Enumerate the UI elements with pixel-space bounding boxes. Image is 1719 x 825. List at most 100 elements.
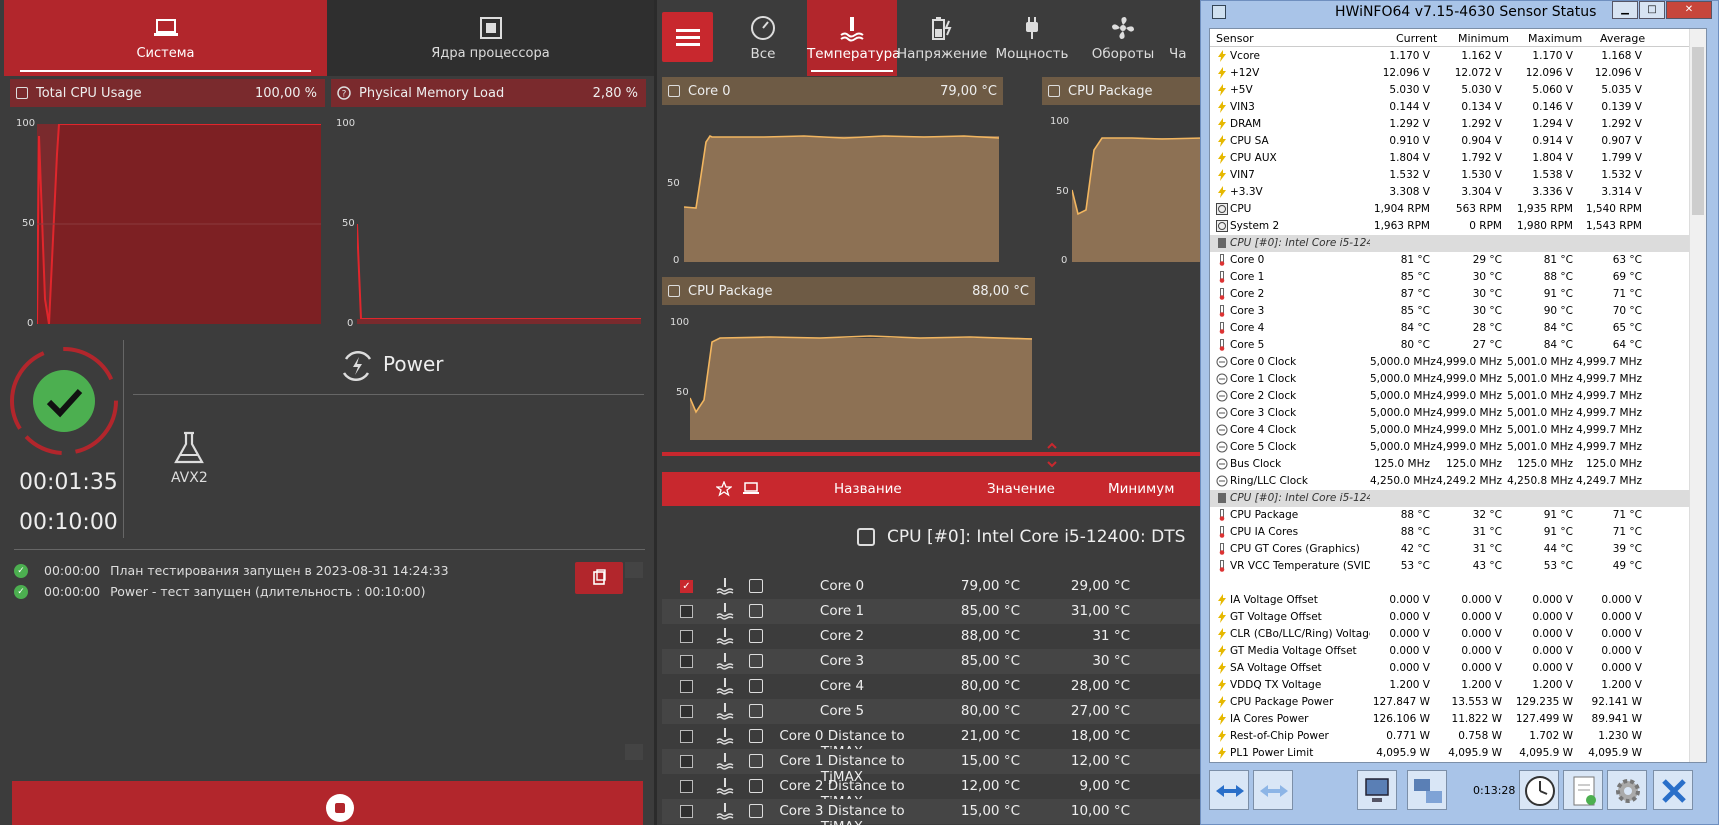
table-row[interactable]: System 2 1,963 RPM 0 RPM 1,980 RPM 1,543 RPM [1210, 218, 1690, 235]
hwinfo-title-bar[interactable]: HWiNFO64 v7.15-4630 Sensor Status ▁ □ ✕ [1201, 1, 1718, 23]
column-minimum[interactable]: Минимум [1108, 481, 1174, 497]
table-row[interactable]: SA Voltage Offset 0.000 V 0.000 V 0.000 V 0.… [1210, 660, 1690, 677]
col-sensor[interactable]: Sensor [1216, 32, 1254, 45]
column-name[interactable]: Название [834, 481, 902, 497]
table-row[interactable]: Core 2 88,00 °C 31 °C [662, 624, 1203, 649]
table-row[interactable]: Vcore 1.170 V 1.162 V 1.170 V 1.168 V [1210, 48, 1690, 65]
table-row[interactable]: VIN7 1.532 V 1.530 V 1.538 V 1.532 V [1210, 167, 1690, 184]
splitter-bar[interactable] [662, 452, 1203, 456]
laptop-icon[interactable] [742, 482, 760, 496]
table-row[interactable]: +3.3V 3.308 V 3.304 V 3.336 V 3.314 V [1210, 184, 1690, 201]
table-row[interactable]: VDDQ TX Voltage 1.200 V 1.200 V 1.200 V 1.20… [1210, 677, 1690, 694]
table-row[interactable]: Core 5 80,00 °C 27,00 °C [662, 699, 1203, 724]
table-row[interactable]: VIN3 0.144 V 0.134 V 0.146 V 0.139 V [1210, 99, 1690, 116]
table-row[interactable]: CLR (CBo/LLC/Ring) Voltage ... 0.000 V 0.0… [1210, 626, 1690, 643]
clock-icon[interactable] [1519, 770, 1559, 810]
table-row[interactable]: Core 2 Distance to TjMAX12,00 °C9,00 °C [662, 774, 1203, 810]
col-minimum[interactable]: Minimum [1458, 32, 1509, 45]
table-row[interactable]: Core 5 80 °C 27 °C 84 °C 64 °C [1210, 337, 1690, 354]
column-value[interactable]: Значение [987, 481, 1055, 497]
hwinfo-scrollbar[interactable] [1689, 29, 1706, 762]
table-row[interactable]: Core 5 Clock 5,000.0 MHz 4,999.0 MHz 5,001.… [1210, 439, 1690, 456]
stop-icon[interactable] [326, 794, 354, 822]
close-icon[interactable] [1653, 770, 1693, 810]
monitor-icon[interactable] [1357, 770, 1397, 810]
tab-voltage[interactable]: Напряжение [897, 0, 987, 76]
table-row[interactable]: CPU AUX 1.804 V 1.792 V 1.804 V 1.799 V [1210, 150, 1690, 167]
table-row[interactable]: Core 2 Clock 5,000.0 MHz 4,999.0 MHz 5,001.… [1210, 388, 1690, 405]
hamburger-menu-button[interactable] [662, 12, 713, 62]
collapse-arrows-icon[interactable] [1253, 770, 1293, 810]
table-row[interactable]: Core 3 85 °C 30 °C 90 °C 70 °C [1210, 303, 1690, 320]
table-row[interactable]: IA Cores Power 126.106 W 11.822 W 127.499 W… [1210, 711, 1690, 728]
table-row[interactable]: Core 1 85,00 °C 31,00 °C [662, 599, 1203, 624]
sensor-group-row[interactable]: CPU [#0]: Intel Core i5-12400... [1210, 235, 1690, 252]
table-row[interactable] [1210, 575, 1690, 592]
tab-system[interactable]: Система [4, 0, 327, 76]
table-row[interactable]: GT Media Voltage Offset 0.000 V 0.000 V 0.0… [1210, 643, 1690, 660]
maximize-button[interactable]: □ [1639, 1, 1665, 19]
star-icon[interactable] [716, 481, 732, 497]
network-icon[interactable] [1407, 770, 1447, 810]
tab-frequency[interactable]: Ча [1169, 0, 1203, 76]
tab-fans[interactable]: Обороты [1079, 0, 1167, 76]
tab-cpu-cores[interactable]: Ядра процессора [327, 0, 654, 76]
sensor-group-row[interactable]: CPU [#0]: Intel Core i5-12400... [1210, 490, 1690, 507]
row-checkbox[interactable] [680, 655, 693, 668]
table-row[interactable]: CPU Package Power 127.847 W 13.553 W 129.23… [1210, 694, 1690, 711]
table-row[interactable]: CPU Package 88 °C 32 °C 91 °C 71 °C [1210, 507, 1690, 524]
tab-all[interactable]: Все [721, 0, 805, 76]
table-row[interactable]: IA Voltage Offset 0.000 V 0.000 V 0.000 V 0.… [1210, 592, 1690, 609]
table-row[interactable]: CPU SA 0.910 V 0.904 V 0.914 V 0.907 V [1210, 133, 1690, 150]
window-close-button[interactable]: ✕ [1666, 1, 1712, 19]
row-checkbox[interactable] [680, 780, 693, 793]
row-checkbox[interactable] [680, 755, 693, 768]
table-row[interactable]: GT Voltage Offset 0.000 V 0.000 V 0.000 V 0.… [1210, 609, 1690, 626]
table-row[interactable]: CPU IA Cores 88 °C 31 °C 91 °C 71 °C [1210, 524, 1690, 541]
row-checkbox[interactable] [680, 705, 693, 718]
table-row[interactable]: Core 0 Clock 5,000.0 MHz 4,999.0 MHz 5,001.… [1210, 354, 1690, 371]
table-row[interactable]: Core 1 Distance to TjMAX 15,00 °C 12,00 °C [662, 749, 1203, 785]
expand-arrows-icon[interactable] [1209, 770, 1249, 810]
row-checkbox[interactable] [680, 680, 693, 693]
col-maximum[interactable]: Maximum [1528, 32, 1582, 45]
copy-log-button[interactable] [575, 562, 623, 594]
table-row[interactable]: Core 3 Clock 5,000.0 MHz 4,999.0 MHz 5,001.… [1210, 405, 1690, 422]
table-row[interactable]: Core 4 Clock 5,000.0 MHz 4,999.0 MHz 5,001.… [1210, 422, 1690, 439]
row-checkbox[interactable] [680, 630, 693, 643]
table-row[interactable]: Core 1 85 °C 30 °C 88 °C 69 °C [1210, 269, 1690, 286]
table-row[interactable]: Core 4 80,00 °C 28,00 °C [662, 674, 1203, 699]
table-row[interactable]: Core 2 87 °C 30 °C 91 °C 71 °C [1210, 286, 1690, 303]
scroll-down-button[interactable] [625, 744, 643, 760]
scroll-up-button[interactable] [625, 562, 643, 578]
tab-temperature[interactable]: Температура [807, 0, 900, 76]
table-row[interactable]: Rest-of-Chip Power 0.771 W 0.758 W 1.702 W 1… [1210, 728, 1690, 745]
table-row[interactable]: CPU 1,904 RPM 563 RPM 1,935 RPM 1,540 RPM [1210, 201, 1690, 218]
row-checkbox[interactable] [680, 730, 693, 743]
row-checkbox[interactable] [680, 805, 693, 818]
table-row[interactable]: Core 3 Distance to TjMAX 15,00 °C 10,00 °C [662, 799, 1203, 825]
table-row[interactable]: Bus Clock 125.0 MHz 125.0 MHz 125.0 MHz 125.… [1210, 456, 1690, 473]
table-row[interactable]: Core 3 85,00 °C 30 °C [662, 649, 1203, 674]
stop-test-bar[interactable] [12, 781, 643, 825]
table-row[interactable]: PL1 Power Limit 4,095.9 W 4,095.9 W 4,095.9… [1210, 745, 1690, 762]
col-average[interactable]: Average [1600, 32, 1645, 45]
row-checkbox[interactable]: ✓ [680, 580, 693, 593]
col-current[interactable]: Current [1396, 32, 1437, 45]
report-icon[interactable] [1563, 770, 1603, 810]
row-checkbox[interactable] [680, 605, 693, 618]
table-row[interactable]: +5V 5.030 V 5.030 V 5.060 V 5.035 V [1210, 82, 1690, 99]
settings-icon[interactable] [1607, 770, 1647, 810]
table-row[interactable]: Core 0 81 °C 29 °C 81 °C 63 °C [1210, 252, 1690, 269]
table-row[interactable]: DRAM 1.292 V 1.292 V 1.294 V 1.292 V [1210, 116, 1690, 133]
table-row[interactable]: +12V 12.096 V 12.072 V 12.096 V 12.096 V [1210, 65, 1690, 82]
table-row[interactable]: Core 1 Clock 5,000.0 MHz 4,999.0 MHz 5,001.… [1210, 371, 1690, 388]
tab-power[interactable]: Мощность [987, 0, 1077, 76]
table-row[interactable]: CPU GT Cores (Graphics) 42 °C 31 °C 44 °C 39… [1210, 541, 1690, 558]
scroll-thumb[interactable] [1692, 47, 1704, 215]
table-row[interactable]: ✓ Core 0 79,00 °C 29,00 °C [662, 574, 1203, 599]
splitter-handle-icon[interactable] [1045, 442, 1059, 468]
table-row[interactable]: Core 0 Distance to TjMAX21,00 °C18,00 °C [662, 724, 1203, 760]
table-row[interactable]: VR VCC Temperature (SVID) 53 °C 43 °C 53 °C… [1210, 558, 1690, 575]
minimize-button[interactable]: ▁ [1612, 1, 1638, 19]
